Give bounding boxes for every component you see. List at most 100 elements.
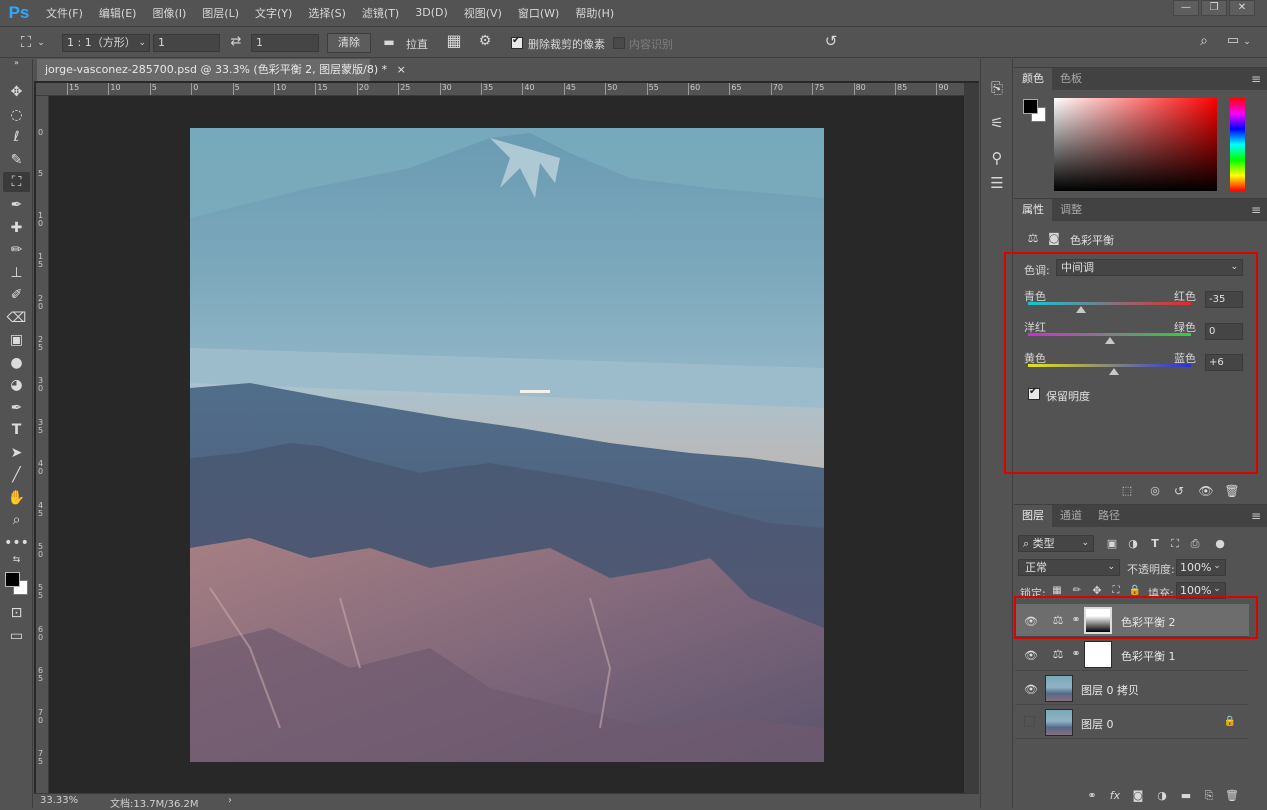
workspace-chevron-icon[interactable]: ⌄ [1242, 33, 1252, 51]
eye-icon[interactable]: 👁 [1024, 649, 1038, 662]
move-tool-icon[interactable]: ✥ [3, 82, 30, 102]
tool-preset-chevron-icon[interactable]: ⌄ [36, 34, 46, 52]
history-brush-icon[interactable]: ✐ [3, 285, 30, 305]
zoom-tool-icon[interactable]: ⌕ [3, 510, 30, 530]
trash-icon[interactable]: 🗑 [1223, 482, 1241, 500]
zoom-level[interactable]: 33.33% [40, 795, 78, 806]
layer-name[interactable]: 图层 0 [1081, 716, 1114, 732]
quick-mask-icon[interactable]: ⊡ [3, 603, 30, 623]
close-tab-icon[interactable]: × [397, 63, 406, 76]
layer-row-layer-0-copy[interactable]: 👁 图层 0 拷贝 [1015, 672, 1249, 705]
adjustments-icon[interactable]: ⚲ [987, 149, 1007, 167]
panel-menu-icon[interactable]: ≡ [1251, 72, 1261, 86]
panel-menu-icon[interactable]: ≡ [1251, 203, 1261, 217]
toggle-visibility-icon[interactable]: 👁 [1197, 482, 1215, 500]
clone-stamp-icon[interactable]: ⊥ [3, 263, 30, 283]
menu-select[interactable]: 选择(S) [300, 5, 354, 21]
reset-icon[interactable]: ↺ [821, 32, 841, 50]
path-select-icon[interactable]: ➤ [3, 443, 30, 463]
tab-channels[interactable]: 通道 [1052, 505, 1090, 527]
tab-swatches[interactable]: 色板 [1052, 68, 1090, 90]
tab-color[interactable]: 颜色 [1014, 68, 1052, 90]
screen-mode-icon[interactable]: ▭ [3, 626, 30, 646]
tab-properties[interactable]: 属性 [1014, 199, 1052, 221]
clear-button[interactable]: 清除 [327, 33, 371, 53]
swap-colors-icon[interactable]: ⇆ [3, 555, 30, 565]
menu-image[interactable]: 图像(I) [144, 5, 194, 21]
eye-icon[interactable]: 👁 [1024, 683, 1038, 696]
blend-mode-select[interactable]: 正常 ⌄ [1018, 559, 1120, 576]
menu-window[interactable]: 窗口(W) [510, 5, 567, 21]
filter-type-icon[interactable]: T [1148, 535, 1162, 553]
healing-brush-icon[interactable]: ✚ [3, 218, 30, 238]
menu-type[interactable]: 文字(Y) [247, 5, 300, 21]
clip-to-layer-icon[interactable]: ⬚ [1118, 482, 1136, 500]
vertical-scrollbar[interactable] [964, 83, 979, 795]
new-adjustment-icon[interactable]: ◑ [1154, 787, 1170, 805]
filter-smart-object-icon[interactable]: ⎙ [1188, 535, 1202, 553]
layer-name[interactable]: 图层 0 拷贝 [1081, 682, 1139, 698]
add-mask-icon[interactable]: ◙ [1130, 787, 1146, 805]
dodge-tool-icon[interactable]: ◕ [3, 375, 30, 395]
type-tool-icon[interactable]: T [3, 420, 30, 440]
menu-3d[interactable]: 3D(D) [407, 6, 456, 19]
menu-help[interactable]: 帮助(H) [567, 5, 622, 21]
quick-select-tool-icon[interactable]: ✎ [3, 150, 30, 170]
search-icon[interactable]: ⌕ [1194, 32, 1214, 50]
menu-view[interactable]: 视图(V) [456, 5, 510, 21]
layer-filter-select[interactable]: ⌕ 类型 ⌄ [1018, 535, 1094, 552]
layer-mask-thumbnail[interactable] [1084, 641, 1112, 668]
menu-edit[interactable]: 编辑(E) [91, 5, 145, 21]
hue-slider[interactable] [1230, 98, 1245, 191]
pen-tool-icon[interactable]: ✒ [3, 398, 30, 418]
filter-pixel-icon[interactable]: ▣ [1105, 535, 1119, 553]
new-layer-icon[interactable]: ⎘ [1201, 787, 1217, 805]
color-field[interactable] [1054, 98, 1217, 191]
eraser-tool-icon[interactable]: ⌫ [3, 308, 30, 328]
opacity-chevron-icon[interactable]: ⌄ [1210, 559, 1224, 576]
properties-panel-icon[interactable]: ☰ [987, 174, 1007, 192]
more-tools-icon[interactable]: ••• [3, 533, 30, 553]
crop-height-input[interactable]: 1 [251, 34, 319, 52]
filter-toggle-icon[interactable]: ● [1213, 535, 1227, 553]
tab-layers[interactable]: 图层 [1014, 505, 1052, 527]
restore-button[interactable]: ❐ [1201, 0, 1227, 16]
fx-icon[interactable]: fx [1107, 787, 1123, 805]
panel-menu-icon[interactable]: ≡ [1251, 509, 1261, 523]
fg-color-swatch[interactable] [1023, 99, 1038, 114]
straighten-icon[interactable]: ▬ [379, 33, 399, 51]
delete-cropped-checkbox[interactable] [511, 35, 523, 49]
eyedropper-tool-icon[interactable]: ✒ [3, 195, 30, 215]
brush-tool-icon[interactable]: ✏ [3, 240, 30, 260]
layer-row-color-balance-1[interactable]: 👁 ⚖ ⚭ 色彩平衡 1 [1015, 638, 1249, 671]
new-group-icon[interactable]: ▬ [1178, 787, 1194, 805]
straighten-label[interactable]: 拉直 [406, 36, 428, 52]
visibility-toggle-off[interactable] [1024, 716, 1035, 727]
document-tab[interactable]: jorge-vasconez-285700.psd @ 33.3% (色彩平衡 … [37, 59, 406, 81]
hand-tool-icon[interactable]: ✋ [3, 488, 30, 508]
crop-ratio-select[interactable]: 1 : 1（方形） ⌄ [62, 34, 150, 52]
filter-adjustment-icon[interactable]: ◑ [1126, 535, 1140, 553]
menu-layer[interactable]: 图层(L) [194, 5, 247, 21]
menu-filter[interactable]: 滤镜(T) [354, 5, 407, 21]
crop-tool-icon[interactable]: ⛶ [14, 33, 38, 51]
brush-settings-icon[interactable]: ⚟ [987, 114, 1007, 132]
line-tool-icon[interactable]: ╱ [3, 465, 30, 485]
tab-paths[interactable]: 路径 [1090, 505, 1128, 527]
marquee-tool-icon[interactable]: ◌ [3, 105, 30, 125]
swap-dimensions-icon[interactable]: ⇄ [226, 33, 246, 51]
link-icon[interactable]: ⚭ [1071, 645, 1081, 663]
content-aware-checkbox[interactable] [613, 37, 625, 49]
workspace-icon[interactable]: ▭ [1223, 32, 1243, 50]
link-layers-icon[interactable]: ⚭ [1084, 787, 1100, 805]
gear-icon[interactable]: ⚙ [475, 32, 495, 50]
foreground-color-swatch[interactable] [5, 572, 20, 587]
layer-row-layer-0[interactable]: 图层 0 🔒 [1015, 706, 1249, 739]
expand-panel-icon[interactable]: » [3, 59, 30, 67]
gradient-tool-icon[interactable]: ▣ [3, 330, 30, 350]
tab-adjustments[interactable]: 调整 [1052, 199, 1090, 221]
blur-tool-icon[interactable]: ● [3, 353, 30, 373]
status-menu-arrow-icon[interactable]: › [228, 795, 232, 806]
crop-tool-icon[interactable]: ⛶ [3, 172, 30, 192]
menu-file[interactable]: 文件(F) [38, 5, 91, 21]
